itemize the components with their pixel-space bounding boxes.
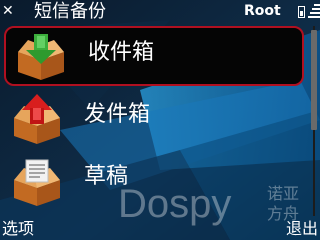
signal-bars-icon [308,4,320,24]
scrollbar[interactable] [308,26,320,216]
scrollbar-thumb[interactable] [311,30,317,130]
close-icon[interactable]: ✕ [2,2,14,20]
exit-softkey[interactable]: 退出 [286,218,318,240]
title-bar: ✕ 短信备份 Root [0,0,320,24]
drafts-box-icon [14,159,60,206]
options-softkey[interactable]: 选项 [2,218,34,240]
menu-item-outbox[interactable]: 发件箱 [0,88,306,150]
outbox-box-icon [14,94,60,144]
battery-icon [298,6,305,18]
inbox-box-icon [18,34,64,80]
menu-item-inbox[interactable]: 收件箱 [4,26,304,86]
menu-item-label: 发件箱 [84,102,151,127]
page-title: 短信备份 [34,1,106,22]
watermark-brand: Dospy [118,182,232,226]
operator-name: Root [244,3,281,19]
menu-item-label: 收件箱 [88,40,155,65]
